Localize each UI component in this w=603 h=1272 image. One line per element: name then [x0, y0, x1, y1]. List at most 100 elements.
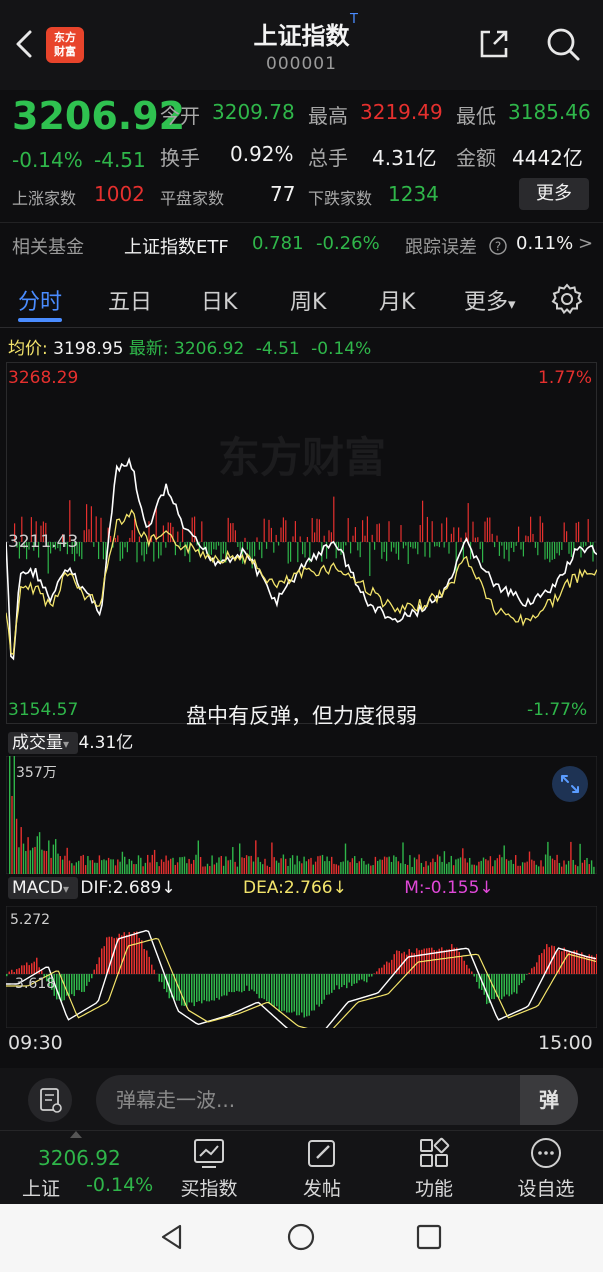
volume-bar: [188, 858, 190, 874]
note-icon[interactable]: [28, 1078, 72, 1122]
tick-bar: [383, 542, 385, 552]
tick-bar: [508, 542, 510, 562]
volume-bar: [588, 864, 590, 874]
macd-bar: [373, 973, 375, 974]
volume-bar: [515, 855, 517, 874]
high-value: 3219.49: [360, 100, 443, 124]
macd-bar: [13, 972, 15, 974]
volume-bar: [112, 859, 114, 874]
volume-bar: [544, 854, 547, 874]
volume-bar: [257, 857, 259, 874]
volume-bar: [71, 863, 73, 874]
tick-bar: [450, 533, 452, 542]
volume-bar: [340, 862, 342, 874]
search-icon[interactable]: [544, 25, 582, 63]
nav-functions[interactable]: 功能: [389, 1136, 479, 1201]
system-back-icon[interactable]: [158, 1222, 186, 1252]
volume-bar: [68, 860, 71, 874]
tab-weekly-k[interactable]: 周K: [290, 284, 326, 316]
macd-bar: [531, 968, 533, 974]
down-count-label: 下跌家数: [308, 189, 373, 208]
nav-post[interactable]: 发帖: [277, 1136, 367, 1201]
help-icon[interactable]: ?: [488, 236, 508, 256]
macd-bar: [416, 948, 418, 974]
volume-bar: [473, 864, 475, 874]
tick-bar: [436, 542, 438, 547]
volume-bar: [469, 857, 471, 874]
tab-more[interactable]: 更多▾: [464, 284, 516, 316]
macd-bar: [268, 974, 270, 1004]
volume-bar: [209, 866, 211, 874]
danmu-input[interactable]: [96, 1075, 578, 1125]
fund-price: 0.781: [252, 233, 304, 254]
macd-bar: [511, 974, 513, 995]
macd-bar: [398, 950, 400, 974]
chevron-right-icon[interactable]: >: [578, 233, 593, 254]
tick-bar: [479, 542, 481, 550]
gear-icon[interactable]: [550, 282, 584, 316]
fund-name[interactable]: 上证指数ETF: [124, 233, 229, 259]
tick-bar: [503, 542, 505, 559]
tab-daily-k[interactable]: 日K: [201, 284, 237, 316]
volume-bar: [377, 860, 379, 874]
chart-top-percent: 1.77%: [538, 368, 593, 388]
tick-bar: [501, 542, 503, 546]
volume-bar: [22, 843, 25, 874]
system-recents-icon[interactable]: [414, 1222, 444, 1252]
macd-chart[interactable]: [6, 906, 597, 1028]
macd-bar: [436, 950, 438, 974]
volume-bar: [124, 856, 126, 874]
volume-bar: [333, 863, 335, 874]
volume-chart[interactable]: [6, 756, 597, 874]
tick-bar: [407, 542, 409, 565]
intraday-chart[interactable]: 东方财富: [6, 362, 597, 724]
macd-bar: [243, 974, 245, 991]
volume-bar: [126, 864, 128, 874]
more-button[interactable]: 更多: [519, 178, 589, 210]
macd-bar: [263, 974, 265, 1000]
nav-watchlist[interactable]: 设自选: [501, 1136, 591, 1201]
tick-bar: [98, 542, 100, 560]
tick-bar: [131, 530, 133, 542]
volume-bar: [280, 858, 282, 874]
volume-bar: [496, 858, 498, 874]
tab-monthly-k[interactable]: 月K: [379, 284, 415, 316]
tick-bar: [585, 542, 587, 546]
tick-bar: [558, 542, 560, 556]
volume-selector[interactable]: 成交量▾: [8, 732, 79, 754]
danmu-button[interactable]: 弹: [520, 1075, 578, 1125]
volume-bar: [494, 860, 496, 874]
tracking-error-label: 跟踪误差: [405, 237, 477, 258]
volume-bar: [547, 841, 549, 874]
volume-bar: [165, 855, 167, 874]
macd-bar: [371, 974, 373, 977]
nav-buy-index[interactable]: 买指数: [164, 1136, 254, 1201]
tick-bar: [390, 542, 392, 552]
macd-bar: [526, 974, 528, 975]
tick-bar: [551, 542, 553, 560]
tick-bar: [460, 537, 462, 542]
volume-bar: [581, 862, 584, 874]
system-home-icon[interactable]: [286, 1222, 316, 1252]
macd-bar: [36, 957, 38, 974]
volume-bar: [15, 818, 18, 874]
tick-bar: [318, 519, 320, 542]
volume-bar: [554, 860, 556, 874]
volume-bar: [245, 855, 248, 874]
volume-bar: [183, 856, 186, 874]
macd-bar: [8, 971, 10, 974]
tick-bar: [146, 542, 148, 555]
macd-selector[interactable]: MACD▾: [8, 877, 79, 899]
tick-bar: [270, 527, 272, 542]
share-icon[interactable]: [476, 26, 512, 62]
nav-quote-summary[interactable]: 3206.92 上证 -0.14%: [0, 1130, 153, 1204]
expand-icon[interactable]: [551, 765, 589, 803]
volume-bar: [38, 832, 41, 874]
volume-bar: [91, 860, 94, 874]
tick-bar: [510, 542, 512, 548]
volume-bar: [344, 843, 347, 874]
tab-intraday[interactable]: 分时: [18, 284, 62, 316]
macd-bar: [346, 974, 348, 989]
tab-five-day[interactable]: 五日: [108, 284, 152, 316]
tick-bar: [290, 542, 292, 562]
